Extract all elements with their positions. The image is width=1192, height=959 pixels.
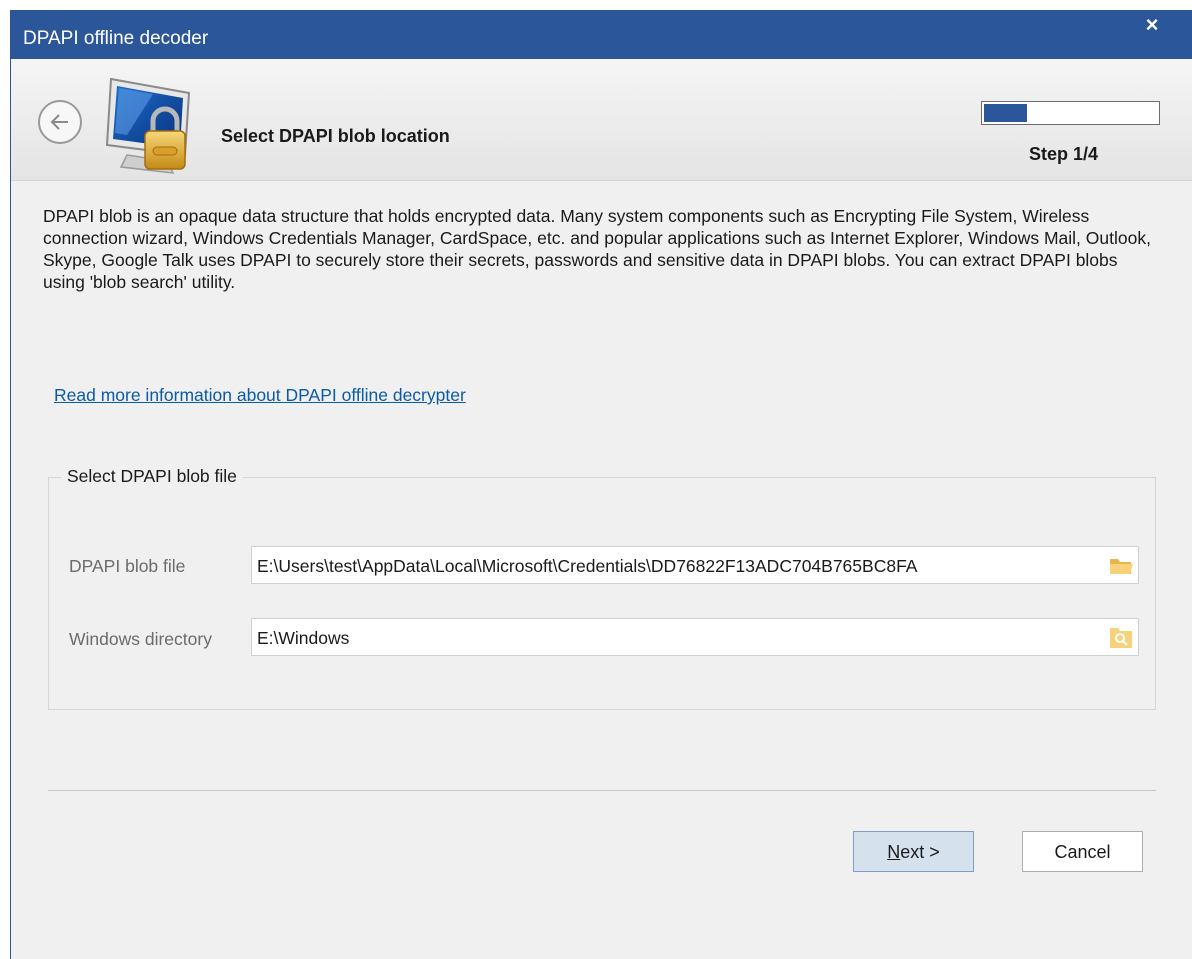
page-title: Select DPAPI blob location xyxy=(221,126,450,146)
windows-dir-label: Windows directory xyxy=(69,629,212,649)
step-progress-bar xyxy=(981,101,1160,125)
info-link[interactable]: Read more information about DPAPI offlin… xyxy=(54,385,466,406)
window-title: DPAPI offline decoder xyxy=(23,28,209,49)
back-button[interactable] xyxy=(38,100,82,144)
group-title: Select DPAPI blob file xyxy=(61,466,243,487)
folder-search-icon[interactable] xyxy=(1108,624,1134,650)
title-bar: DPAPI offline decoder × xyxy=(11,10,1192,59)
windows-dir-field[interactable]: E:\Windows xyxy=(251,618,1139,656)
cancel-button[interactable]: Cancel xyxy=(1022,831,1143,872)
blob-file-label: DPAPI blob file xyxy=(69,556,186,576)
wizard-header: Select DPAPI blob location Step 1/4 xyxy=(11,59,1192,181)
description-text: DPAPI blob is an opaque data structure t… xyxy=(43,206,1151,292)
close-button[interactable]: × xyxy=(1137,12,1167,38)
blob-file-value: E:\Users\test\AppData\Local\Microsoft\Cr… xyxy=(257,556,918,576)
blob-file-field[interactable]: E:\Users\test\AppData\Local\Microsoft\Cr… xyxy=(251,546,1139,584)
next-button[interactable]: Next > xyxy=(853,831,974,872)
progress-fill xyxy=(984,104,1028,122)
blob-file-group xyxy=(48,477,1156,710)
folder-open-icon[interactable] xyxy=(1108,552,1134,578)
footer-separator xyxy=(48,790,1156,791)
monitor-lock-icon xyxy=(105,77,191,174)
step-indicator: Step 1/4 xyxy=(1029,144,1099,164)
wizard-window: DPAPI offline decoder × Select DPAPI blo… xyxy=(10,10,1192,959)
arrow-left-icon xyxy=(50,114,68,130)
windows-dir-value: E:\Windows xyxy=(257,628,350,648)
